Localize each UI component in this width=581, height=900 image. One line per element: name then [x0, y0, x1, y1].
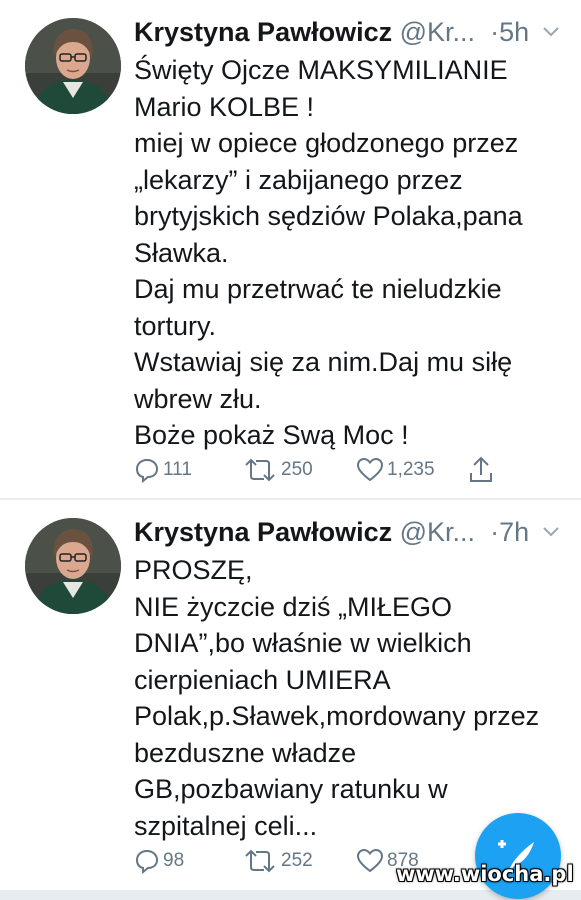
time-separator: ·	[482, 17, 500, 47]
chevron-down-icon[interactable]	[542, 526, 560, 538]
like-count: 1,235	[387, 459, 435, 480]
author-handle[interactable]: @Kr...	[400, 517, 475, 547]
tweet-line: PROSZĘ,	[134, 555, 253, 585]
tweet-line: tortury.	[134, 310, 217, 341]
tweet-header[interactable]: Krystyna Pawłowicz @Kr... ·7h	[134, 514, 564, 550]
author-name[interactable]: Krystyna Pawłowicz	[134, 17, 392, 47]
tweet-line: DNIA”,bo właśnie w wielkich	[134, 628, 472, 658]
reply-count: 111	[163, 459, 192, 480]
tweet-line: Daj mu przetrwać te nieludzkie	[134, 274, 502, 304]
avatar[interactable]	[25, 18, 121, 114]
retweet-icon	[245, 458, 275, 482]
tweet-line: Polak,p.Sławek,mordowany przez	[134, 701, 540, 731]
compose-tweet-button[interactable]	[475, 813, 561, 899]
retweet-count: 250	[281, 459, 313, 480]
tweet-line: Mario KOLBE !	[134, 91, 315, 122]
tweet-header[interactable]: Krystyna Pawłowicz @Kr... ·5h	[134, 14, 564, 50]
author-handle[interactable]: @Kr...	[400, 17, 475, 47]
retweet-count: 252	[281, 850, 313, 871]
tweet-line: miej w opiece głodzonego przez	[134, 128, 519, 158]
chevron-down-icon[interactable]	[542, 26, 560, 38]
share-icon	[470, 456, 492, 482]
tweet-time[interactable]: 7h	[499, 517, 529, 547]
like-button[interactable]: 1,235	[356, 455, 435, 485]
watermark: www.wiocha.pl	[396, 862, 574, 886]
tweet-actions: 111 250 1,235	[134, 455, 514, 485]
tweet-line: „lekarzy” i zabijanego przez	[134, 164, 463, 195]
author-name[interactable]: Krystyna Pawłowicz	[134, 517, 392, 547]
tweet-text: Święty Ojcze MAKSYMILIANIE Mario KOLBE !…	[134, 52, 564, 454]
tweet-time[interactable]: 5h	[499, 17, 529, 47]
reply-count: 98	[163, 850, 185, 871]
tweet-line: Sławka.	[134, 237, 229, 268]
heart-icon	[356, 457, 384, 482]
tweet-line: bezduszne władze	[134, 737, 357, 768]
retweet-button[interactable]: 252	[242, 846, 313, 876]
tweet-line: Boże pokaż Swą Moc !	[134, 420, 409, 450]
reply-button[interactable]: 98	[134, 846, 184, 876]
retweet-icon	[245, 849, 275, 873]
timeline-feed: Krystyna Pawłowicz @Kr... ·5h Święty Ojc…	[0, 0, 581, 900]
tweet-line: brytyjskich sędziów Polaka,pana	[134, 201, 523, 231]
tweet-line: cierpieniach UMIERA	[134, 664, 391, 695]
tweet[interactable]: Krystyna Pawłowicz @Kr... ·5h Święty Ojc…	[0, 0, 581, 498]
avatar[interactable]	[25, 518, 121, 614]
share-button[interactable]	[468, 455, 497, 485]
time-separator: ·	[482, 517, 500, 547]
heart-icon	[356, 848, 384, 873]
tweet-text: PROSZĘ, NIE życzcie dziś „MIŁEGO DNIA”,b…	[134, 552, 564, 844]
reply-icon	[135, 849, 159, 874]
tweet-line: Święty Ojcze MAKSYMILIANIE	[134, 55, 508, 85]
reply-icon	[135, 458, 159, 483]
tweet-line: wbrew złu.	[134, 383, 262, 414]
reply-button[interactable]: 111	[134, 455, 192, 485]
tweet-line: NIE życzcie dziś „MIŁEGO	[134, 591, 453, 622]
retweet-button[interactable]: 250	[242, 455, 313, 485]
tweet-line: Wstawiaj się za nim.Daj mu siłę	[134, 347, 513, 377]
tweet-line: GB,pozbawiany ratunku w	[134, 774, 448, 804]
